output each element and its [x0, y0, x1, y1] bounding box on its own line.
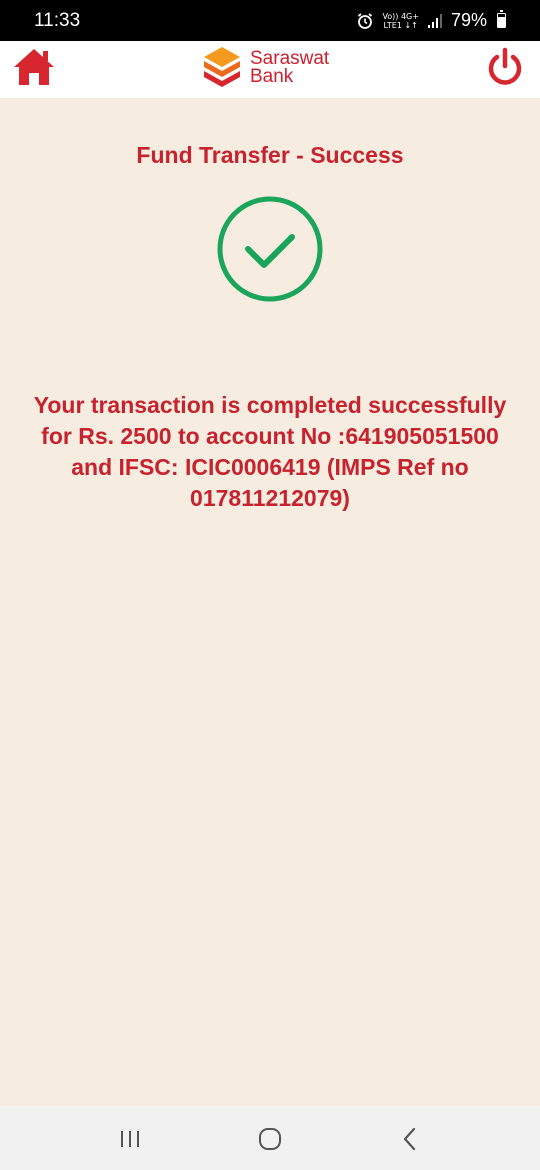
bank-logo: Saraswat Bank	[200, 45, 329, 91]
battery-icon	[497, 10, 506, 28]
home-button[interactable]	[12, 45, 56, 89]
app-header: Saraswat Bank	[0, 41, 540, 98]
main-content: Fund Transfer - Success Your transaction…	[0, 98, 540, 1106]
battery-percent: 79%	[450, 10, 487, 30]
transaction-message: Your transaction is completed successful…	[33, 392, 507, 511]
battery-fill	[498, 16, 505, 27]
home-circle-icon	[259, 1128, 281, 1150]
recents-icon	[121, 1131, 139, 1147]
navigation-bar	[0, 1106, 540, 1170]
saraswat-logo-icon	[204, 47, 240, 87]
recents-button[interactable]	[115, 1124, 145, 1154]
bank-name: Saraswat Bank	[250, 49, 329, 87]
status-time: 11:33	[34, 9, 81, 31]
network-top-label: Vo)) 4G+	[382, 11, 419, 21]
page-title: Fund Transfer - Success	[136, 142, 404, 168]
success-check-icon	[217, 196, 323, 302]
signal-icon	[427, 13, 442, 28]
back-icon	[403, 1127, 416, 1151]
logout-button[interactable]	[485, 47, 529, 91]
back-button[interactable]	[395, 1124, 425, 1154]
power-icon	[488, 47, 522, 85]
network-indicator: Vo)) 4G+ LTE1 ↓↑	[382, 12, 419, 30]
status-indicators: Vo)) 4G+ LTE1 ↓↑ 79%	[356, 10, 506, 31]
alarm-icon	[358, 12, 373, 29]
bank-name-line2: Bank	[250, 66, 294, 87]
status-bar: 11:33 Vo)) 4G+ LTE1 ↓↑ 79%	[0, 0, 540, 41]
nav-home-button[interactable]	[255, 1124, 285, 1154]
home-icon	[14, 49, 54, 85]
network-bottom-label: LTE1 ↓↑	[383, 20, 418, 30]
